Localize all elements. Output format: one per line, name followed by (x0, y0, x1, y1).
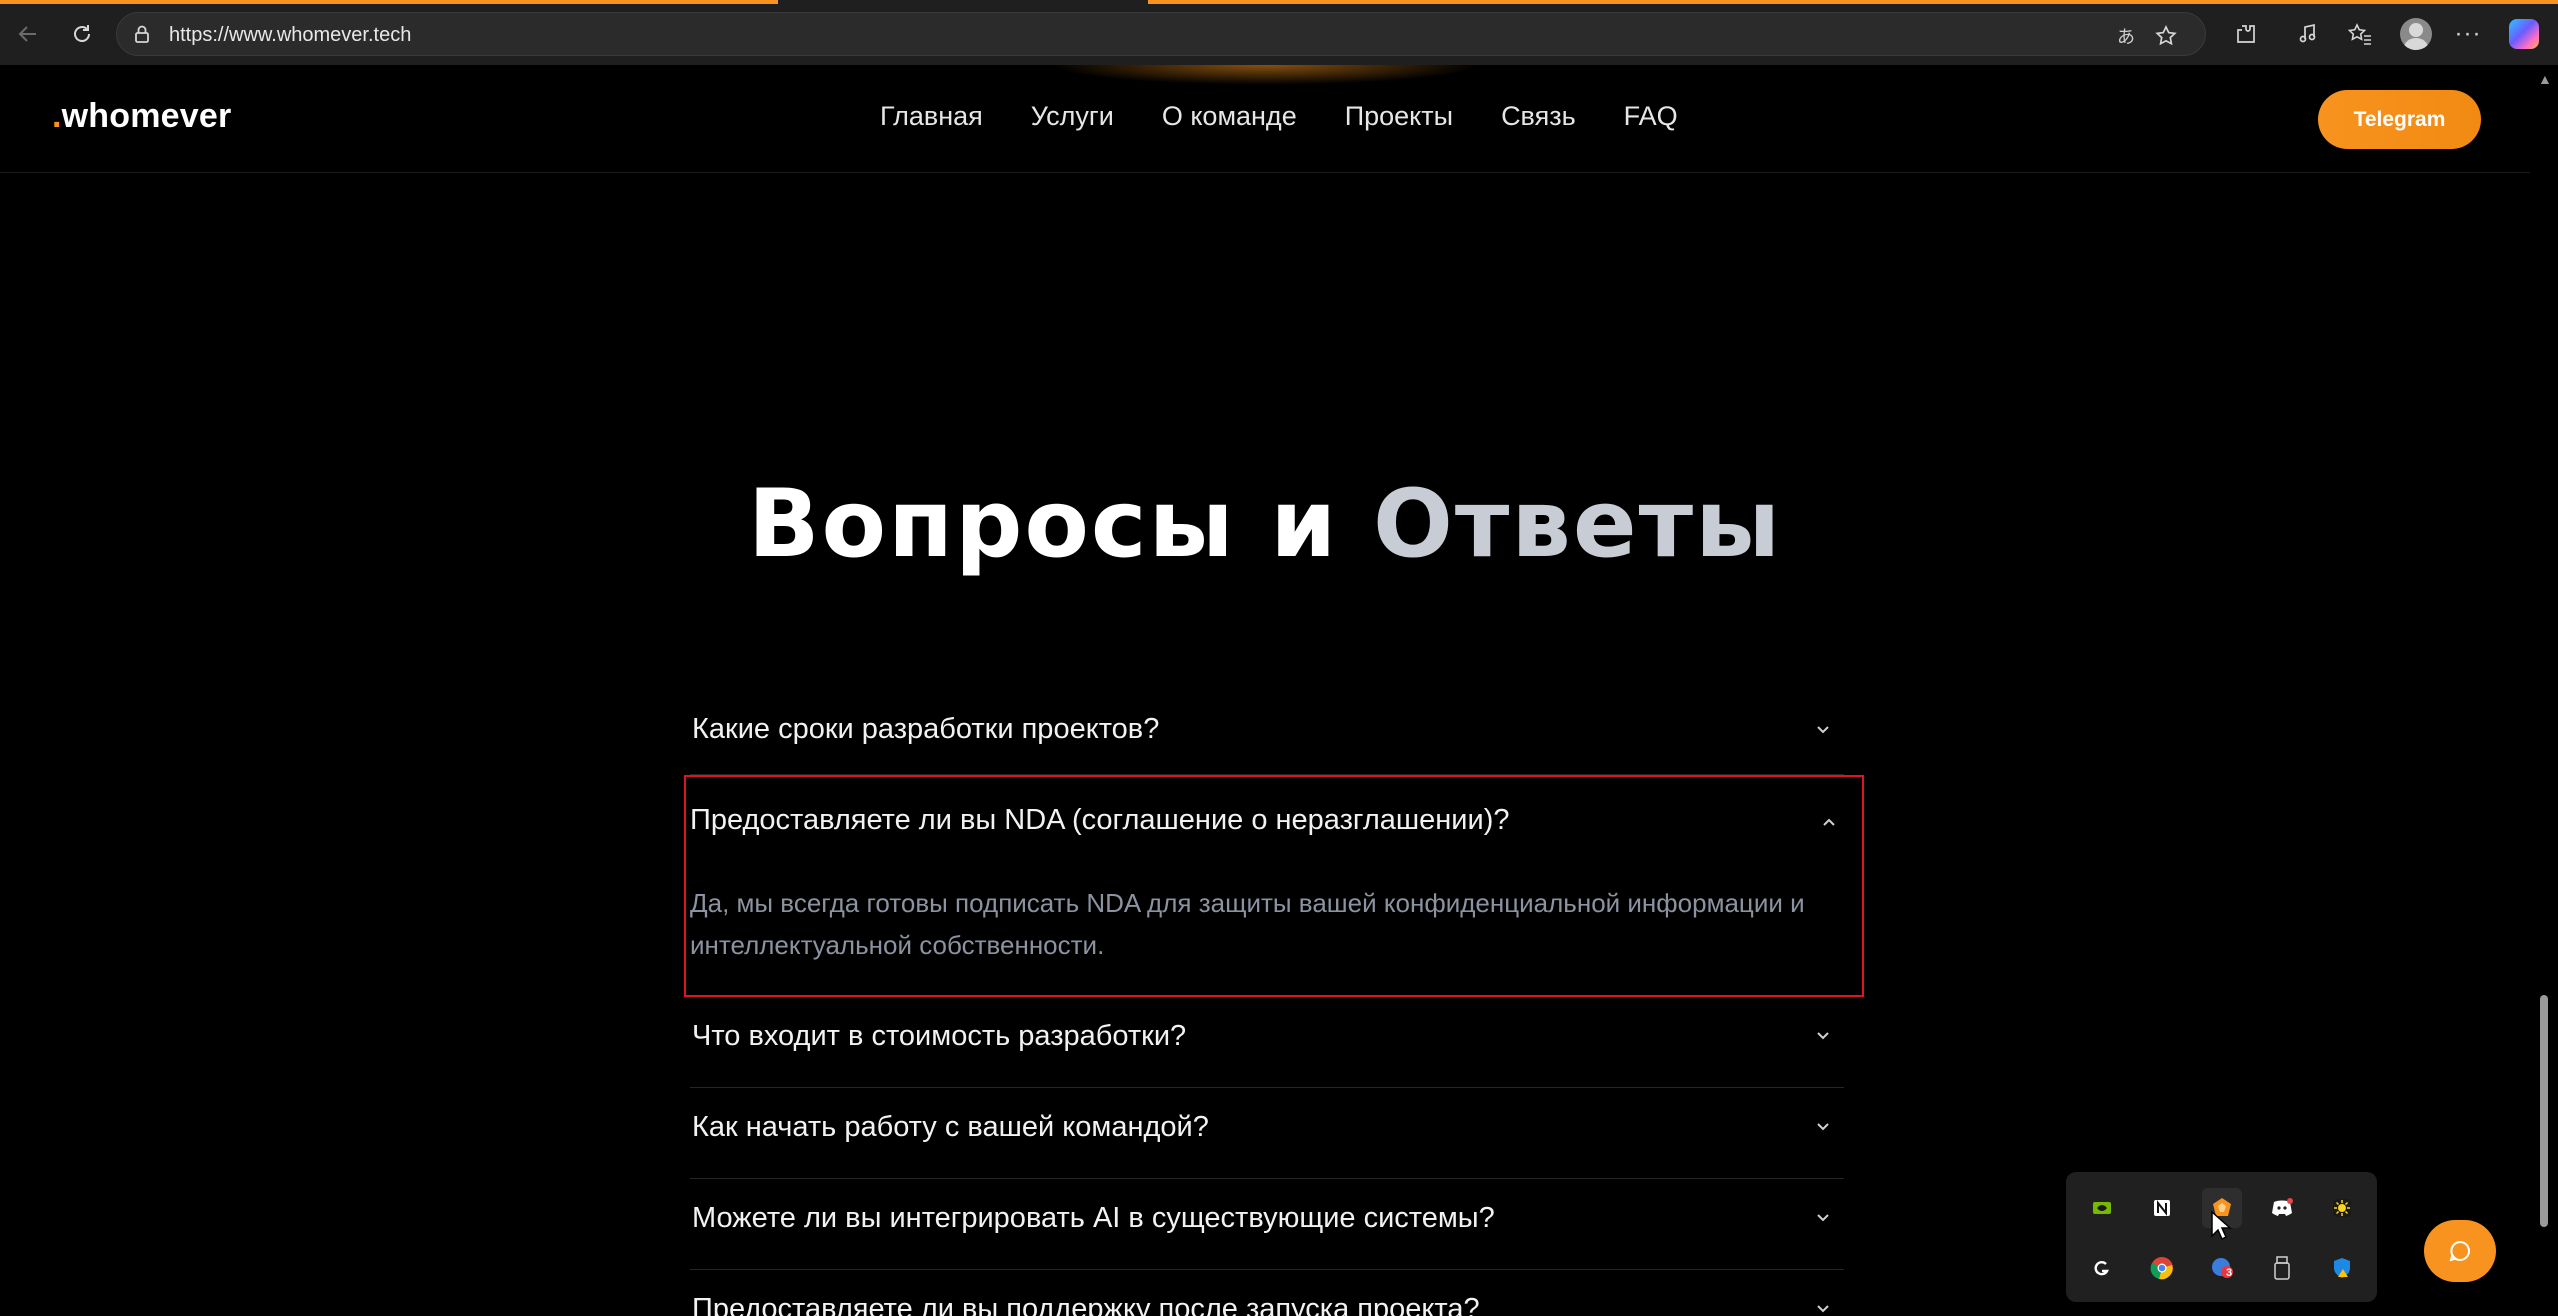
tab-strip-accent (1148, 0, 2558, 4)
chevron-down-icon[interactable] (1812, 1298, 1834, 1316)
faq-item[interactable]: Что входит в стоимость разработки? (690, 997, 1844, 1088)
chevron-up-icon[interactable] (1818, 811, 1840, 833)
faq-question[interactable]: Предоставляете ли вы поддержку после зап… (692, 1292, 1480, 1316)
faq-item[interactable]: Можете ли вы интегрировать AI в существу… (690, 1179, 1844, 1270)
mouse-cursor-icon (2211, 1210, 2232, 1241)
faq-question[interactable]: Что входит в стоимость разработки? (692, 1019, 1186, 1054)
telegram-button[interactable]: Telegram (2318, 90, 2481, 149)
nav-link-home[interactable]: Главная (880, 101, 983, 132)
profile-button[interactable] (2398, 16, 2434, 52)
nav-link-services[interactable]: Услуги (1031, 101, 1114, 132)
sun-app-icon[interactable] (2322, 1188, 2362, 1228)
faq-title: Вопросы и Ответы (0, 470, 2530, 579)
logo-text: whomever (61, 97, 232, 135)
chevron-down-icon[interactable] (1812, 719, 1834, 741)
chevron-down-icon[interactable] (1812, 1116, 1834, 1138)
faq-title-part-1: Вопросы и (747, 470, 1339, 579)
more-options-icon[interactable]: ··· (2450, 16, 2486, 52)
favorites-icon[interactable] (2342, 16, 2378, 52)
favorite-star-icon[interactable] (2153, 23, 2179, 49)
tray-badge-count: 3 (2226, 1267, 2233, 1279)
scrollbar-thumb[interactable] (2540, 995, 2548, 1227)
extensions-icon[interactable] (2228, 16, 2264, 52)
chevron-down-icon[interactable] (1812, 1207, 1834, 1229)
chat-icon (2449, 1240, 2470, 1262)
nvidia-icon[interactable] (2082, 1188, 2122, 1228)
address-bar[interactable]: https://www.whomever.tech あ (116, 12, 2206, 56)
faq-item[interactable]: Предоставляете ли вы поддержку после зап… (690, 1270, 1844, 1316)
faq-item[interactable]: Какие сроки разработки проектов? (690, 685, 1844, 775)
app-red-badge-icon[interactable]: 3 (2202, 1248, 2242, 1288)
faq-item[interactable]: Как начать работу с вашей командой? (690, 1088, 1844, 1179)
copilot-button[interactable] (2506, 16, 2542, 52)
back-button[interactable] (10, 16, 46, 52)
site-header: .whomever Главная Услуги О команде Проек… (0, 65, 2530, 173)
avatar (2400, 18, 2432, 50)
usb-drive-icon[interactable] (2262, 1248, 2302, 1288)
faq-question[interactable]: Какие сроки разработки проектов? (692, 712, 1159, 747)
notion-icon[interactable] (2142, 1188, 2182, 1228)
faq-item-expanded[interactable]: Предоставляете ли вы NDA (соглашение о н… (684, 775, 1864, 997)
faq-title-part-2: Ответы (1372, 470, 1783, 579)
web-page: .whomever Главная Услуги О команде Проек… (0, 65, 2530, 1316)
media-control-icon[interactable] (2290, 16, 2326, 52)
chrome-icon[interactable] (2142, 1248, 2182, 1288)
chevron-down-icon[interactable] (1812, 1025, 1834, 1047)
logitech-icon[interactable] (2082, 1248, 2122, 1288)
url-text[interactable]: https://www.whomever.tech (169, 24, 411, 47)
discord-icon[interactable] (2262, 1188, 2302, 1228)
browser-toolbar: https://www.whomever.tech あ ··· (0, 0, 2558, 65)
faq-question[interactable]: Предоставляете ли вы NDA (соглашение о н… (690, 803, 1509, 838)
scroll-up-arrow-icon[interactable]: ▲ (2538, 71, 2552, 87)
tab-strip-accent (0, 0, 778, 4)
nav-link-projects[interactable]: Проекты (1345, 101, 1453, 132)
faq-answer: Да, мы всегда готовы подписать NDA для з… (690, 888, 1805, 960)
page-scrollbar[interactable]: ▲ (2530, 65, 2558, 1316)
site-logo[interactable]: .whomever (52, 97, 231, 136)
site-info-icon[interactable] (131, 23, 153, 50)
reload-button[interactable] (64, 16, 100, 52)
nav-link-contact[interactable]: Связь (1501, 101, 1576, 132)
copilot-icon (2509, 19, 2539, 49)
chat-widget-button[interactable] (2424, 1220, 2496, 1282)
nav-link-faq[interactable]: FAQ (1624, 101, 1678, 132)
logo-dot: . (52, 97, 62, 135)
back-arrow-icon (18, 26, 36, 42)
faq-list: Какие сроки разработки проектов? Предост… (684, 685, 1864, 1316)
reload-icon (74, 25, 90, 42)
read-aloud-icon[interactable]: あ (2113, 23, 2139, 49)
nav-link-team[interactable]: О команде (1162, 101, 1297, 132)
defender-icon[interactable] (2322, 1248, 2362, 1288)
faq-question[interactable]: Можете ли вы интегрировать AI в существу… (692, 1201, 1495, 1236)
faq-question[interactable]: Как начать работу с вашей командой? (692, 1110, 1209, 1145)
main-navigation: Главная Услуги О команде Проекты Связь F… (880, 101, 1726, 132)
